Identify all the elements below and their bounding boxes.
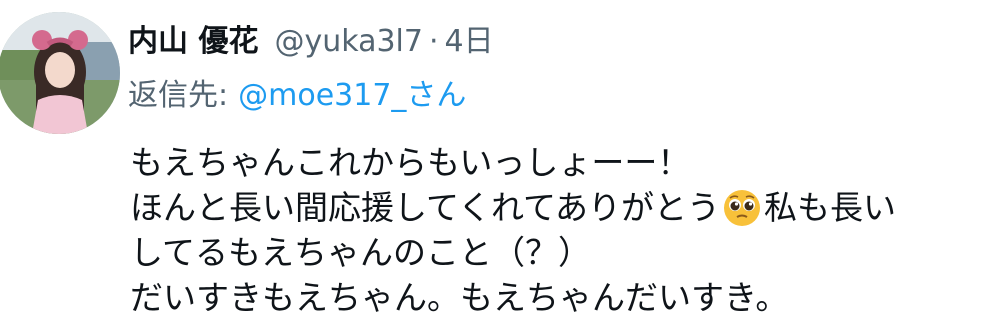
avatar[interactable]	[0, 12, 120, 134]
pleading-face-icon	[724, 189, 761, 226]
tweet-line: してるもえちゃんのこと（？）	[130, 233, 592, 272]
user-handle[interactable]: @yuka3l7	[274, 22, 423, 62]
reply-prefix: 返信先:	[128, 78, 229, 113]
tweet-text: もえちゃんこれからもいっしょーー！ ほんと長い間応援してくれてありがとう 私も長…	[130, 140, 984, 320]
reply-to: 返信先: @moe317_さん	[128, 76, 466, 116]
separator-dot: ·	[428, 24, 439, 59]
timestamp[interactable]: 4日	[445, 22, 494, 62]
tweet-line-text: ほんと長い間応援してくれてありがとう	[130, 188, 721, 227]
reply-target-link[interactable]: @moe317_さん	[238, 78, 466, 113]
tweet-line: ほんと長い間応援してくれてありがとう 私も長い	[130, 185, 984, 230]
tweet-line: もえちゃんこれからもいっしょーー！	[130, 143, 691, 182]
display-name[interactable]: 内山 優花	[128, 22, 258, 62]
tweet-header: 内山 優花 @yuka3l7 · 4日	[128, 22, 494, 62]
tweet-line-text: 私も長い	[764, 188, 897, 227]
tweet-line: だいすきもえちゃん。もえちゃんだいすき。	[130, 278, 789, 317]
